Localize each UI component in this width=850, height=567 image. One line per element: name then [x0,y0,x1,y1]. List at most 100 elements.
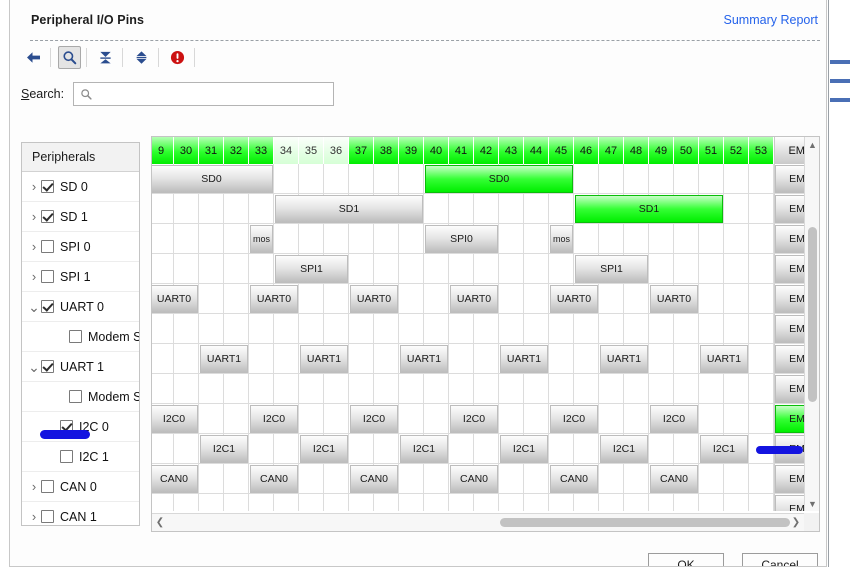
pin-cell[interactable] [324,164,349,194]
pin-header-49[interactable]: 49 [649,137,674,164]
pin-cell[interactable] [599,224,624,254]
pin-assignment-i2c0[interactable]: I2C0 [450,405,498,433]
pin-cell[interactable] [499,404,524,434]
pin-header-42[interactable]: 42 [474,137,499,164]
checkbox-i2c-1[interactable] [60,450,73,463]
search-toggle-button[interactable] [58,46,81,69]
checkbox-modem-sig[interactable] [69,390,82,403]
pin-assignment-can0[interactable]: CAN0 [152,465,198,493]
pin-cell[interactable] [349,224,374,254]
pin-assignment-i2c0[interactable]: I2C0 [350,405,398,433]
pin-cell[interactable] [599,314,624,344]
pin-cell[interactable] [749,404,774,434]
pin-cell[interactable] [224,494,249,511]
pin-cell[interactable] [624,224,649,254]
pin-assignment-uart0[interactable]: UART0 [450,285,498,313]
pin-cell[interactable] [524,404,549,434]
search-input[interactable] [98,83,334,107]
pin-header-44[interactable]: 44 [524,137,549,164]
pin-cell[interactable] [199,374,224,404]
pin-cell[interactable] [249,194,274,224]
pin-assignment-sd0[interactable]: SD0 [152,165,273,193]
pin-cell[interactable] [449,254,474,284]
cancel-button[interactable]: Cancel [742,553,818,566]
pin-cell[interactable] [724,464,749,494]
pin-cell[interactable] [324,374,349,404]
pin-cell[interactable] [224,314,249,344]
pin-cell[interactable] [649,344,674,374]
pin-cell[interactable] [524,224,549,254]
pin-cell[interactable] [749,254,774,284]
pin-cell[interactable] [152,224,174,254]
pin-assignment-uart1[interactable]: UART1 [200,345,248,373]
tree-item-sd-0[interactable]: › SD 0 [22,172,139,202]
checkbox-can-1[interactable] [41,510,54,523]
pin-cell[interactable] [699,494,724,511]
emio-assignment[interactable]: EMIO [775,315,804,343]
pin-cell[interactable] [749,164,774,194]
pin-cell[interactable] [549,254,574,284]
pin-cell[interactable] [624,284,649,314]
chevron-down-icon[interactable]: ⌄ [27,352,41,382]
pin-cell[interactable] [199,314,224,344]
pin-cell[interactable] [374,344,399,374]
pin-cell[interactable] [499,194,524,224]
pin-header-47[interactable]: 47 [599,137,624,164]
pin-cell[interactable] [174,344,199,374]
collapse-all-button[interactable] [94,46,117,69]
pin-cell[interactable] [674,494,699,511]
chevron-down-icon[interactable]: ⌄ [27,292,41,322]
pin-cell[interactable] [724,224,749,254]
pin-cell[interactable] [749,344,774,374]
pin-cell[interactable] [249,254,274,284]
pin-cell[interactable] [724,314,749,344]
pin-cell[interactable] [699,254,724,284]
pin-cell[interactable] [374,254,399,284]
pin-cell[interactable] [424,464,449,494]
pin-assignment-sd1[interactable]: SD1 [275,195,423,223]
pin-assignment-uart0[interactable]: UART0 [250,285,298,313]
scroll-down-icon[interactable]: ▼ [805,496,819,511]
pin-header-32[interactable]: 32 [224,137,249,164]
pin-cell[interactable] [424,284,449,314]
emio-assignment[interactable]: EMIO [775,285,804,313]
pin-cell[interactable] [749,464,774,494]
pin-cell[interactable] [449,344,474,374]
pin-cell[interactable] [349,434,374,464]
pin-header-53[interactable]: 53 [749,137,774,164]
checkbox-spi-0[interactable] [41,240,54,253]
chevron-right-icon[interactable]: › [27,262,41,292]
pin-cell[interactable] [599,494,624,511]
chevron-right-icon[interactable]: › [27,472,41,502]
emio-assignment[interactable]: EMIO [775,405,804,433]
tree-item-i2c-0[interactable]: I2C 0 [22,412,139,442]
pin-header-52[interactable]: 52 [724,137,749,164]
pin-cell[interactable] [324,464,349,494]
tree-item-uart-0[interactable]: ⌄ UART 0 [22,292,139,322]
pin-cell[interactable] [199,284,224,314]
pin-cell[interactable] [674,164,699,194]
pin-assignment-uart1[interactable]: UART1 [300,345,348,373]
pin-cell[interactable] [324,284,349,314]
pin-cell[interactable] [374,494,399,511]
pin-header-39[interactable]: 39 [399,137,424,164]
pin-assignment-uart0[interactable]: UART0 [152,285,198,313]
pin-cell[interactable] [274,164,299,194]
pin-cell[interactable] [674,314,699,344]
pin-cell[interactable] [499,314,524,344]
pin-header-40[interactable]: 40 [424,137,449,164]
pin-cell[interactable] [574,434,599,464]
pin-cell[interactable] [449,374,474,404]
pin-assignment-spi1[interactable]: SPI1 [575,255,648,283]
pin-cell[interactable] [749,224,774,254]
pin-cell[interactable] [524,254,549,284]
pin-cell[interactable] [624,494,649,511]
pin-cell[interactable] [524,374,549,404]
pin-assignment-can0[interactable]: CAN0 [350,465,398,493]
pin-cell[interactable] [724,194,749,224]
pin-cell[interactable] [524,314,549,344]
pin-cell[interactable] [574,374,599,404]
pin-cell[interactable] [399,314,424,344]
pin-assignment-i2c1[interactable]: I2C1 [500,435,548,463]
pin-cell[interactable] [499,254,524,284]
